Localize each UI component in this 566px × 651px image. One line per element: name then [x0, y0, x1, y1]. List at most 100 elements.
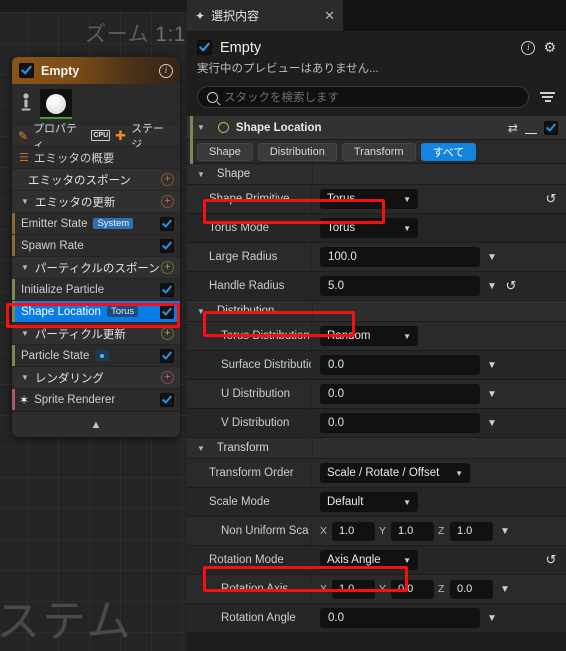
- sidebar-item-rendering[interactable]: ▼ レンダリング +: [12, 367, 180, 389]
- reset-icon[interactable]: ↺: [544, 552, 558, 568]
- add-module-icon[interactable]: +: [161, 195, 174, 208]
- group-header-shape[interactable]: ▼ Shape: [187, 164, 566, 185]
- tab-shape[interactable]: Shape: [197, 142, 253, 161]
- chevron-down-icon[interactable]: ▼: [487, 389, 497, 400]
- property-row-torus-mode[interactable]: Torus Mode Torus ▼: [187, 214, 566, 243]
- sidebar-item-particle-state[interactable]: Particle State: [12, 345, 180, 367]
- property-row-scale-mode[interactable]: Scale Mode Default ▼: [187, 488, 566, 517]
- pencil-icon[interactable]: ✎: [18, 129, 28, 143]
- sidebar-item-shape-location[interactable]: Shape Location Torus: [12, 301, 180, 323]
- property-row-handle-radius[interactable]: Handle Radius 5.0 ▼ ↺: [187, 272, 566, 301]
- surface-distribution-input[interactable]: 0.0: [320, 355, 480, 375]
- chevron-down-icon[interactable]: ▼: [21, 263, 29, 272]
- handle-radius-input[interactable]: 5.0: [320, 276, 480, 296]
- rotation-angle-input[interactable]: 0.0: [320, 608, 480, 628]
- emitter-thumbnail[interactable]: [40, 89, 72, 119]
- trash-icon[interactable]: ⎽: [525, 120, 537, 135]
- sidebar-item-emitter-update[interactable]: ▼ エミッタの更新 +: [12, 191, 180, 213]
- add-module-icon[interactable]: +: [161, 371, 174, 384]
- property-row-surface-distribution[interactable]: Surface Distribution 0.0 ▼: [187, 351, 566, 380]
- emitter-enable-checkbox[interactable]: [19, 63, 34, 78]
- property-row-v-distribution[interactable]: V Distribution 0.0 ▼: [187, 409, 566, 438]
- module-enable-checkbox[interactable]: [160, 348, 174, 363]
- emitter-summary-row[interactable]: ☰ エミッタの概要: [12, 147, 180, 169]
- torus-distribution-mode-dropdown[interactable]: Random ▼: [320, 326, 418, 346]
- chevron-down-icon[interactable]: ▼: [500, 584, 510, 595]
- property-row-non-uniform-scale[interactable]: Non Uniform Sca X 1.0 Y 1.0 Z 1.0 ▼: [187, 517, 566, 546]
- chevron-down-icon[interactable]: ▼: [21, 197, 29, 206]
- collapse-stack-button[interactable]: ▲: [12, 411, 180, 437]
- add-stage-icon[interactable]: ✚: [115, 128, 126, 144]
- chevron-down-icon[interactable]: ▼: [487, 252, 497, 263]
- tab-selection[interactable]: ✦ 選択内容 ✕: [187, 0, 343, 31]
- sidebar-item-sprite-renderer[interactable]: ✶ Sprite Renderer: [12, 389, 180, 411]
- info-icon[interactable]: i: [521, 40, 536, 55]
- chevron-down-icon[interactable]: ▼: [21, 373, 29, 382]
- v-distribution-input[interactable]: 0.0: [320, 413, 480, 433]
- property-row-rotation-axis[interactable]: Rotation Axis X 1.0 Y 0.0 Z 0.0 ▼: [187, 575, 566, 604]
- reset-icon[interactable]: ↺: [544, 191, 558, 207]
- non-uniform-scale-vector[interactable]: X 1.0 Y 1.0 Z 1.0: [320, 521, 493, 541]
- large-radius-input[interactable]: 100.0: [320, 247, 480, 267]
- rotation-axis-z-input[interactable]: 0.0: [450, 579, 493, 599]
- add-module-icon[interactable]: +: [161, 173, 174, 186]
- filter-icon[interactable]: [539, 91, 556, 103]
- shuffle-icon[interactable]: ⇄: [508, 121, 518, 135]
- group-header-transform[interactable]: ▼ Transform: [187, 438, 566, 459]
- module-enable-checkbox[interactable]: [544, 120, 558, 135]
- chevron-down-icon[interactable]: ▼: [487, 281, 497, 292]
- module-header-shape-location[interactable]: ▼ Shape Location ⇄ ⎽: [187, 116, 566, 140]
- close-icon[interactable]: ✕: [324, 8, 335, 24]
- property-row-shape-primitive[interactable]: Shape Primitive Torus ▼ ↺: [187, 185, 566, 214]
- chevron-down-icon[interactable]: ▼: [21, 329, 29, 338]
- module-enable-checkbox[interactable]: [160, 304, 174, 319]
- module-enable-checkbox[interactable]: [160, 392, 174, 407]
- non-uniform-scale-y-input[interactable]: 1.0: [391, 521, 434, 541]
- chevron-down-icon[interactable]: ▼: [487, 613, 497, 624]
- tab-transform[interactable]: Transform: [341, 142, 416, 161]
- tab-distribution[interactable]: Distribution: [257, 142, 337, 161]
- search-input[interactable]: スタックを検索します: [197, 86, 529, 108]
- reset-icon[interactable]: ↺: [504, 278, 518, 294]
- gear-icon[interactable]: ⚙: [543, 39, 556, 56]
- property-row-transform-order[interactable]: Transform Order Scale / Rotate / Offset …: [187, 459, 566, 488]
- chevron-down-icon[interactable]: ▼: [197, 123, 205, 132]
- emitter-header[interactable]: Empty i: [12, 57, 180, 84]
- rotation-mode-dropdown[interactable]: Axis Angle ▼: [320, 550, 418, 570]
- group-header-distribution[interactable]: ▼ Distribution: [187, 301, 566, 322]
- module-enable-checkbox[interactable]: [160, 282, 174, 297]
- chevron-down-icon[interactable]: ▼: [487, 418, 497, 429]
- sidebar-item-emitter-state[interactable]: Emitter State System: [12, 213, 180, 235]
- property-row-u-distribution[interactable]: U Distribution 0.0 ▼: [187, 380, 566, 409]
- add-module-icon[interactable]: +: [161, 261, 174, 274]
- rotation-axis-y-input[interactable]: 0.0: [391, 579, 434, 599]
- torus-mode-dropdown[interactable]: Torus ▼: [320, 218, 418, 238]
- property-row-rotation-mode[interactable]: Rotation Mode Axis Angle ▼ ↺: [187, 546, 566, 575]
- transform-order-dropdown[interactable]: Scale / Rotate / Offset ▼: [320, 463, 470, 483]
- chevron-down-icon[interactable]: ▼: [197, 444, 205, 453]
- property-row-large-radius[interactable]: Large Radius 100.0 ▼: [187, 243, 566, 272]
- sidebar-item-spawn-rate[interactable]: Spawn Rate: [12, 235, 180, 257]
- add-module-icon[interactable]: +: [161, 327, 174, 340]
- chevron-down-icon[interactable]: ▼: [197, 170, 205, 179]
- non-uniform-scale-x-input[interactable]: 1.0: [332, 521, 375, 541]
- rotation-axis-vector[interactable]: X 1.0 Y 0.0 Z 0.0: [320, 579, 493, 599]
- sidebar-item-particle-update[interactable]: ▼ パーティクル更新 +: [12, 323, 180, 345]
- chevron-down-icon[interactable]: ▼: [500, 526, 510, 537]
- sidebar-item-initialize-particle[interactable]: Initialize Particle: [12, 279, 180, 301]
- selection-enable-checkbox[interactable]: [197, 40, 212, 55]
- shape-primitive-dropdown[interactable]: Torus ▼: [320, 189, 418, 209]
- scale-mode-dropdown[interactable]: Default ▼: [320, 492, 418, 512]
- sidebar-item-emitter-spawn[interactable]: エミッタのスポーン +: [12, 169, 180, 191]
- info-icon[interactable]: i: [159, 63, 173, 78]
- property-row-rotation-angle[interactable]: Rotation Angle 0.0 ▼: [187, 604, 566, 633]
- rotation-axis-x-input[interactable]: 1.0: [332, 579, 375, 599]
- property-row-torus-distribution-mode[interactable]: Torus Distribution M Random ▼: [187, 322, 566, 351]
- chevron-down-icon[interactable]: ▼: [487, 360, 497, 371]
- tab-all[interactable]: すべて: [420, 142, 477, 161]
- chevron-down-icon[interactable]: ▼: [197, 307, 205, 316]
- sidebar-item-particle-spawn[interactable]: ▼ パーティクルのスポーン +: [12, 257, 180, 279]
- module-enable-checkbox[interactable]: [160, 216, 174, 231]
- module-enable-checkbox[interactable]: [160, 238, 174, 253]
- u-distribution-input[interactable]: 0.0: [320, 384, 480, 404]
